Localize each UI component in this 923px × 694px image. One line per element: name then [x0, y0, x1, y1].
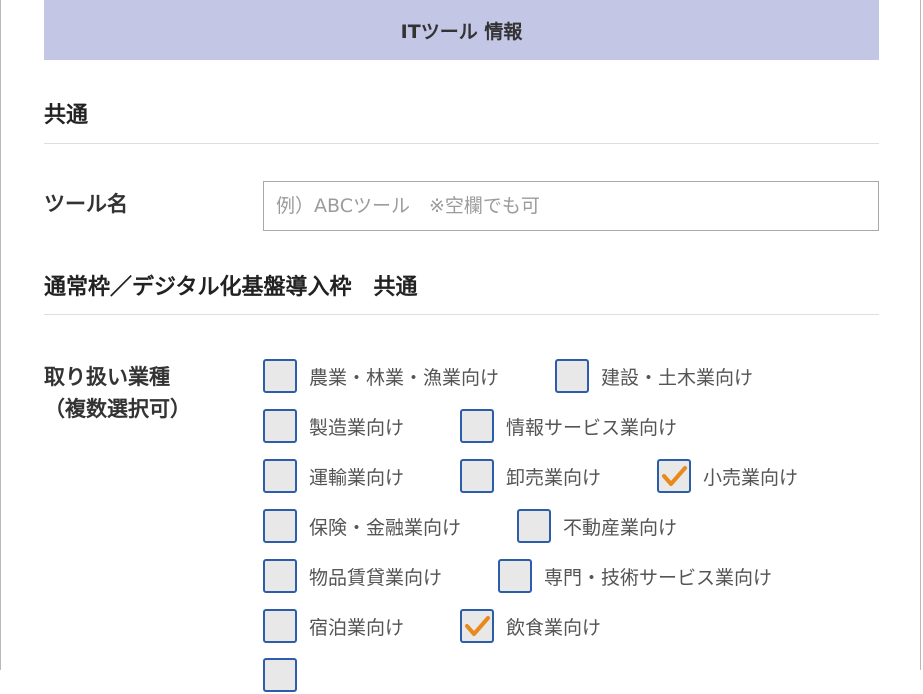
- checkbox[interactable]: [263, 409, 297, 443]
- checkbox[interactable]: [263, 459, 297, 493]
- industry-label: 取り扱い業種 （複数選択可）: [44, 361, 191, 425]
- industry-checkbox-item[interactable]: 農業・林業・漁業向け: [263, 359, 499, 393]
- industry-row: 宿泊業向け 飲食業向け: [263, 607, 601, 645]
- industry-checkbox-label: 専門・技術サービス業向け: [544, 566, 773, 589]
- industry-row: 運輸業向け 卸売業向け 小売業向け: [263, 457, 798, 495]
- industry-checkbox-label: 製造業向け: [309, 416, 405, 439]
- industry-checkbox-item[interactable]: 建設・土木業向け: [555, 359, 753, 393]
- common-heading: 共通: [44, 103, 89, 128]
- industry-checkbox-item[interactable]: 情報サービス業向け: [460, 409, 677, 443]
- industry-checkbox-item[interactable]: 飲食業向け: [460, 609, 601, 643]
- checkbox[interactable]: [555, 359, 590, 393]
- checkbox[interactable]: [263, 509, 297, 543]
- industry-checkbox-item[interactable]: 不動産業向け: [517, 509, 677, 543]
- checkbox[interactable]: [263, 609, 297, 643]
- industry-checkbox-label: 飲食業向け: [506, 616, 602, 639]
- industry-checkbox-item[interactable]: 卸売業向け: [460, 459, 601, 493]
- checkbox[interactable]: [498, 559, 533, 593]
- checkbox-checked[interactable]: [657, 459, 692, 493]
- industry-row-partial: [263, 656, 297, 694]
- divider: [44, 143, 879, 144]
- checkmark-icon: [465, 616, 491, 636]
- normal-frame-heading: 通常枠／デジタル化基盤導入枠 共通: [44, 275, 418, 300]
- industry-label-line1: 取り扱い業種: [44, 365, 170, 389]
- section-header-bar: ITツール 情報: [44, 0, 879, 60]
- industry-checkbox-label: 宿泊業向け: [309, 616, 405, 639]
- checkbox[interactable]: [460, 409, 495, 443]
- checkbox[interactable]: [263, 559, 297, 593]
- checkmark-icon: [662, 466, 688, 486]
- checkbox-checked[interactable]: [460, 609, 495, 643]
- industry-checkbox-label: 運輸業向け: [309, 466, 405, 489]
- industry-checkbox-item[interactable]: 製造業向け: [263, 409, 404, 443]
- industry-checkbox-label: 不動産業向け: [563, 516, 678, 539]
- industry-row: 物品賃貸業向け 専門・技術サービス業向け: [263, 557, 772, 595]
- checkbox[interactable]: [460, 459, 495, 493]
- industry-checkbox-label: 情報サービス業向け: [506, 416, 678, 439]
- industry-checkbox-label: 建設・土木業向け: [601, 366, 754, 389]
- industry-checkbox-label: 農業・林業・漁業向け: [309, 366, 500, 389]
- industry-row: 農業・林業・漁業向け 建設・土木業向け: [263, 357, 753, 395]
- tool-name-label: ツール名: [44, 192, 128, 216]
- industry-checkbox-label: 卸売業向け: [506, 466, 602, 489]
- industry-row: 保険・金融業向け 不動産業向け: [263, 507, 677, 545]
- industry-checkbox-item[interactable]: 専門・技術サービス業向け: [498, 559, 772, 593]
- industry-checkbox-label: 保険・金融業向け: [309, 516, 462, 539]
- industry-checkbox-item[interactable]: 運輸業向け: [263, 459, 404, 493]
- industry-checkbox-label: 物品賃貸業向け: [309, 566, 443, 589]
- industry-checkbox-item[interactable]: 宿泊業向け: [263, 609, 404, 643]
- industry-checkbox-item[interactable]: 保険・金融業向け: [263, 509, 461, 543]
- industry-row: 製造業向け 情報サービス業向け: [263, 407, 677, 445]
- checkbox[interactable]: [517, 509, 552, 543]
- tool-name-input[interactable]: [263, 181, 879, 231]
- industry-checkbox-item[interactable]: [263, 658, 297, 692]
- industry-checkbox-label: 小売業向け: [703, 466, 799, 489]
- industry-checkbox-item[interactable]: 物品賃貸業向け: [263, 559, 442, 593]
- industry-checkbox-item[interactable]: 小売業向け: [657, 459, 798, 493]
- checkbox[interactable]: [263, 359, 297, 393]
- industry-label-line2: （複数選択可）: [44, 397, 191, 421]
- header-title: ITツール 情報: [400, 20, 523, 43]
- checkbox[interactable]: [263, 658, 297, 692]
- divider: [44, 314, 879, 315]
